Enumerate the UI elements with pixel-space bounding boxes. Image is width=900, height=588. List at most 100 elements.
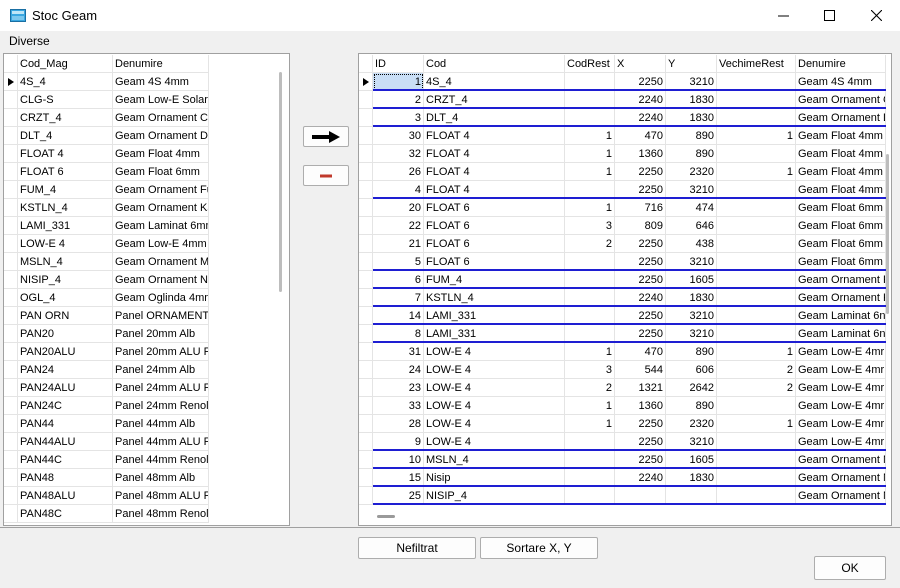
right-cell[interactable]: Geam Low-E 4mr bbox=[796, 361, 886, 379]
right-table-row[interactable]: 21 FLOAT 6 2 2250 438 Geam Float 6mm bbox=[359, 235, 886, 253]
sortare-button[interactable]: Sortare X, Y bbox=[480, 537, 598, 559]
left-cell[interactable]: MSLN_4 bbox=[18, 253, 113, 271]
right-row-indicator[interactable] bbox=[359, 109, 373, 127]
left-table-row[interactable]: PAN48C Panel 48mm Renoli bbox=[4, 505, 274, 523]
left-cell[interactable]: KSTLN_4 bbox=[18, 199, 113, 217]
right-table-row[interactable]: 31 LOW-E 4 1 470 890 1 Geam Low-E 4mr bbox=[359, 343, 886, 361]
right-row-indicator[interactable] bbox=[359, 127, 373, 145]
left-row-indicator[interactable] bbox=[4, 73, 18, 91]
right-cell[interactable]: LOW-E 4 bbox=[424, 343, 565, 361]
right-cell[interactable]: 1 bbox=[565, 199, 615, 217]
right-cell[interactable]: Geam Float 6mm bbox=[796, 217, 886, 235]
right-table-row[interactable]: 30 FLOAT 4 1 470 890 1 Geam Float 4mm bbox=[359, 127, 886, 145]
right-cell[interactable]: 1360 bbox=[615, 145, 666, 163]
right-cell[interactable]: 470 bbox=[615, 127, 666, 145]
right-cell[interactable]: 2 bbox=[565, 379, 615, 397]
right-cell[interactable]: 1 bbox=[717, 343, 796, 361]
right-cell[interactable]: 23 bbox=[373, 379, 424, 397]
right-table-row[interactable]: 20 FLOAT 6 1 716 474 Geam Float 6mm bbox=[359, 199, 886, 217]
right-table-row[interactable]: 32 FLOAT 4 1 1360 890 Geam Float 4mm bbox=[359, 145, 886, 163]
left-cell[interactable]: PAN24ALU bbox=[18, 379, 113, 397]
right-cell[interactable]: Geam Float 6mm bbox=[796, 235, 886, 253]
left-row-indicator[interactable] bbox=[4, 199, 18, 217]
right-cell[interactable]: 1 bbox=[717, 163, 796, 181]
right-row-indicator[interactable] bbox=[359, 415, 373, 433]
right-cell[interactable]: 26 bbox=[373, 163, 424, 181]
right-cell[interactable]: FLOAT 4 bbox=[424, 145, 565, 163]
right-column-header[interactable]: Denumire bbox=[796, 55, 886, 73]
right-row-indicator[interactable] bbox=[359, 469, 373, 487]
right-cell[interactable]: 2642 bbox=[666, 379, 717, 397]
left-table-row[interactable]: PAN24 Panel 24mm Alb bbox=[4, 361, 274, 379]
right-cell[interactable]: 474 bbox=[666, 199, 717, 217]
nefiltrat-button[interactable]: Nefiltrat bbox=[358, 537, 476, 559]
left-cell[interactable]: Geam Float 4mm bbox=[113, 145, 209, 163]
left-row-indicator[interactable] bbox=[4, 307, 18, 325]
right-row-indicator[interactable] bbox=[359, 397, 373, 415]
minimize-button[interactable] bbox=[760, 0, 806, 31]
right-cell[interactable]: 2250 bbox=[615, 235, 666, 253]
right-cell[interactable]: 809 bbox=[615, 217, 666, 235]
right-cell[interactable]: LOW-E 4 bbox=[424, 415, 565, 433]
left-table-row[interactable]: PAN20ALU Panel 20mm ALU R bbox=[4, 343, 274, 361]
menu-item-diverse[interactable]: Diverse bbox=[9, 34, 50, 48]
left-cell[interactable]: LAMI_331 bbox=[18, 217, 113, 235]
left-table-row[interactable]: FUM_4 Geam Ornament Fu bbox=[4, 181, 274, 199]
right-row-indicator[interactable] bbox=[359, 307, 373, 325]
left-cell[interactable]: Panel 48mm Renoli bbox=[113, 505, 209, 523]
left-cell[interactable]: Panel 20mm Alb bbox=[113, 325, 209, 343]
right-row-indicator[interactable] bbox=[359, 433, 373, 451]
right-column-header[interactable]: CodRest bbox=[565, 55, 615, 73]
right-cell[interactable]: Geam Low-E 4mr bbox=[796, 343, 886, 361]
left-table-row[interactable]: MSLN_4 Geam Ornament Ma bbox=[4, 253, 274, 271]
left-cell[interactable]: FLOAT 6 bbox=[18, 163, 113, 181]
right-cell[interactable] bbox=[717, 199, 796, 217]
right-cell[interactable]: LOW-E 4 bbox=[424, 397, 565, 415]
right-cell[interactable]: 470 bbox=[615, 343, 666, 361]
left-row-indicator[interactable] bbox=[4, 145, 18, 163]
right-cell[interactable]: 606 bbox=[666, 361, 717, 379]
right-column-header[interactable]: ID bbox=[373, 55, 424, 73]
left-cell[interactable]: PAN24C bbox=[18, 397, 113, 415]
right-cell[interactable]: 1 bbox=[565, 163, 615, 181]
left-table-row[interactable]: PAN20 Panel 20mm Alb bbox=[4, 325, 274, 343]
right-row-indicator[interactable] bbox=[359, 91, 373, 109]
right-column-header[interactable]: VechimeRest bbox=[717, 55, 796, 73]
right-cell[interactable] bbox=[717, 145, 796, 163]
right-cell[interactable]: 33 bbox=[373, 397, 424, 415]
right-table-row[interactable]: 33 LOW-E 4 1 1360 890 Geam Low-E 4mr bbox=[359, 397, 886, 415]
right-cell[interactable]: 2250 bbox=[615, 415, 666, 433]
right-cell[interactable] bbox=[717, 397, 796, 415]
left-row-indicator[interactable] bbox=[4, 253, 18, 271]
left-cell[interactable]: Panel 44mm Alb bbox=[113, 415, 209, 433]
right-row-indicator[interactable] bbox=[359, 361, 373, 379]
right-cell[interactable]: Geam Float 4mm bbox=[796, 127, 886, 145]
left-row-indicator[interactable] bbox=[4, 127, 18, 145]
left-cell[interactable]: FLOAT 4 bbox=[18, 145, 113, 163]
left-row-indicator[interactable] bbox=[4, 163, 18, 181]
right-row-indicator[interactable] bbox=[359, 145, 373, 163]
right-table-row[interactable]: 26 FLOAT 4 1 2250 2320 1 Geam Float 4mm bbox=[359, 163, 886, 181]
right-cell[interactable]: 890 bbox=[666, 127, 717, 145]
right-cell[interactable]: 1 bbox=[565, 397, 615, 415]
right-cell[interactable] bbox=[717, 235, 796, 253]
left-table-row[interactable]: CLG-S Geam Low-E Solar bbox=[4, 91, 274, 109]
right-horizontal-scrollbar[interactable] bbox=[377, 515, 395, 518]
left-cell[interactable]: Geam Ornament De bbox=[113, 127, 209, 145]
right-cell[interactable]: 1321 bbox=[615, 379, 666, 397]
right-cell[interactable]: LOW-E 4 bbox=[424, 379, 565, 397]
right-cell[interactable]: 32 bbox=[373, 145, 424, 163]
left-table-row[interactable]: FLOAT 4 Geam Float 4mm bbox=[4, 145, 274, 163]
left-cell[interactable]: Panel 48mm Alb bbox=[113, 469, 209, 487]
right-cell[interactable]: 22 bbox=[373, 217, 424, 235]
left-cell[interactable]: Geam Oglinda 4mm bbox=[113, 289, 209, 307]
left-row-indicator[interactable] bbox=[4, 289, 18, 307]
right-cell[interactable]: FLOAT 4 bbox=[424, 127, 565, 145]
left-cell[interactable]: Panel 44mm Renoli bbox=[113, 451, 209, 469]
right-row-indicator[interactable] bbox=[359, 181, 373, 199]
left-row-indicator[interactable] bbox=[4, 415, 18, 433]
left-row-indicator[interactable] bbox=[4, 379, 18, 397]
right-cell[interactable]: 2 bbox=[717, 379, 796, 397]
right-cell[interactable]: 20 bbox=[373, 199, 424, 217]
right-row-indicator[interactable] bbox=[359, 73, 373, 91]
